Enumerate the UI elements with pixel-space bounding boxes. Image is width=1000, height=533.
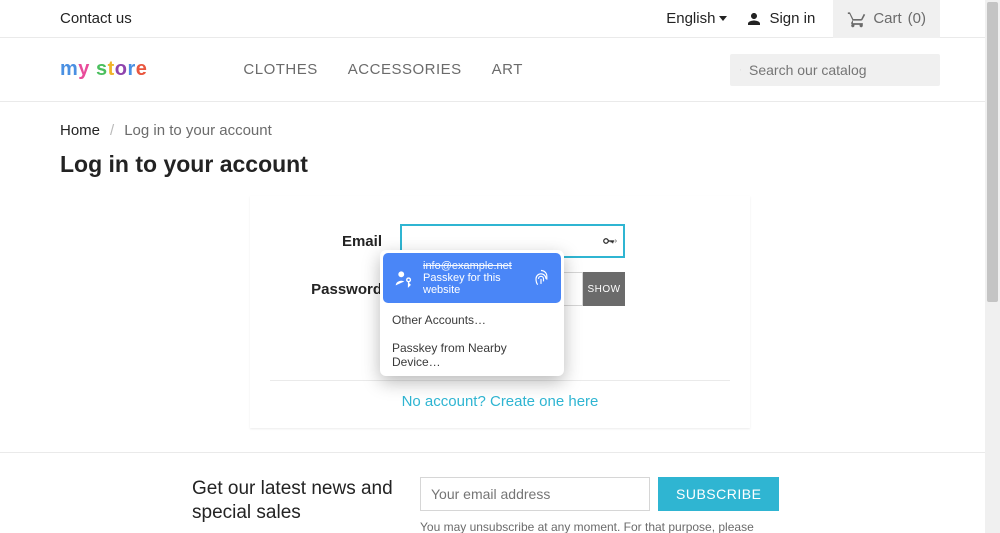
divider <box>270 380 730 381</box>
search-icon <box>740 61 741 79</box>
nearby-device-option[interactable]: Passkey from Nearby Device… <box>380 334 564 376</box>
breadcrumb-home[interactable]: Home <box>60 122 100 139</box>
cart-icon <box>847 9 867 29</box>
breadcrumb-current: Log in to your account <box>124 122 272 139</box>
nav-accessories[interactable]: ACCESSORIES <box>348 61 462 78</box>
search-input[interactable] <box>749 62 930 78</box>
key-icon[interactable] <box>600 232 618 250</box>
other-accounts-option[interactable]: Other Accounts… <box>380 306 564 334</box>
cart-label: Cart <box>873 10 901 27</box>
nav-clothes[interactable]: CLOTHES <box>243 61 317 78</box>
subscribe-button[interactable]: SUBSCRIBE <box>658 477 779 511</box>
top-bar: Contact us English Sign in Cart (0) <box>0 0 1000 38</box>
newsletter-email-field[interactable] <box>420 477 650 511</box>
email-label: Email <box>270 233 400 250</box>
scrollbar-thumb[interactable] <box>987 2 998 302</box>
signin-label: Sign in <box>769 10 815 27</box>
language-select[interactable]: English <box>666 10 727 27</box>
newsletter-footer: Get our latest news and special sales SU… <box>0 452 1000 533</box>
passkey-email: info@example.net <box>423 260 523 272</box>
logo[interactable]: my store <box>60 58 147 81</box>
search-box[interactable] <box>730 54 940 86</box>
passkey-subtitle: Passkey for this website <box>423 272 523 296</box>
cart-count: (0) <box>908 10 926 27</box>
breadcrumb-separator: / <box>110 122 114 139</box>
main-nav: my store CLOTHES ACCESSORIES ART <box>0 38 1000 102</box>
newsletter-note: You may unsubscribe at any moment. For t… <box>420 519 760 533</box>
fingerprint-icon <box>531 268 551 288</box>
passkey-primary-option[interactable]: info@example.net Passkey for this websit… <box>383 253 561 303</box>
page-title: Log in to your account <box>0 147 1000 196</box>
signin-link[interactable]: Sign in <box>745 10 815 28</box>
passkey-popup: info@example.net Passkey for this websit… <box>380 250 564 376</box>
nav-art[interactable]: ART <box>492 61 523 78</box>
page-scrollbar[interactable] <box>985 0 1000 533</box>
contact-link[interactable]: Contact us <box>60 10 132 27</box>
language-label: English <box>666 10 715 27</box>
newsletter-title: Get our latest news and special sales <box>192 477 420 525</box>
breadcrumb: Home / Log in to your account <box>0 102 1000 147</box>
show-password-button[interactable]: SHOW <box>583 272 625 306</box>
cart-button[interactable]: Cart (0) <box>833 0 940 38</box>
chevron-down-icon <box>719 16 727 21</box>
person-key-icon <box>393 267 415 289</box>
person-icon <box>745 10 763 28</box>
create-account-link[interactable]: No account? Create one here <box>270 393 730 410</box>
